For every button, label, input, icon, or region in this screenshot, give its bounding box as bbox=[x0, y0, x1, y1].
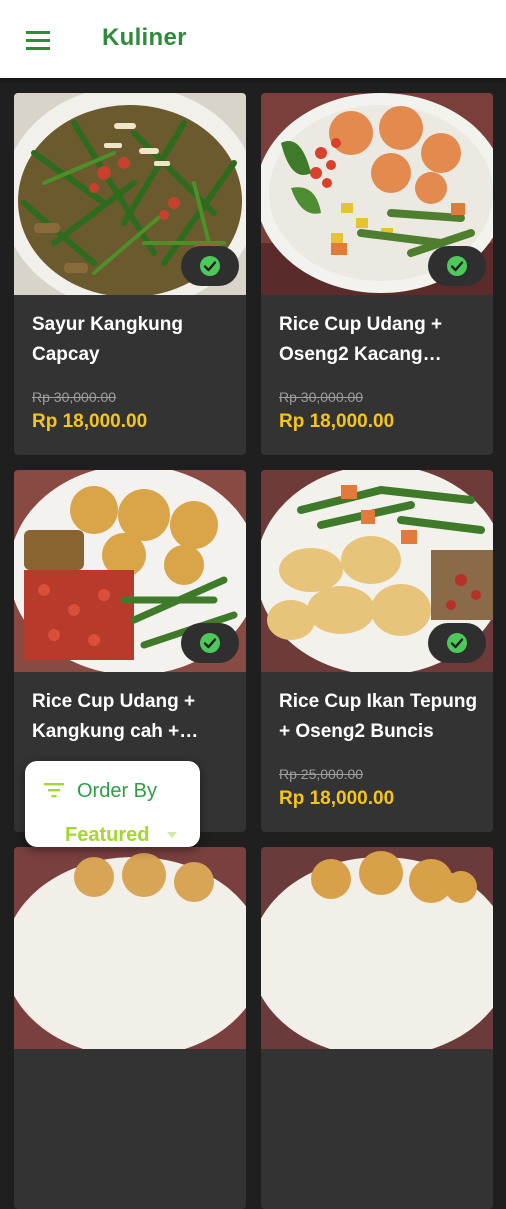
order-by-label: Order By bbox=[77, 780, 158, 802]
check-icon bbox=[447, 633, 467, 653]
product-name: Rice Cup Udang + Oseng2 Kacang Panjang bbox=[279, 314, 443, 365]
product-name: Rice Cup Udang + Kangkung cah + Tempe bbox=[32, 691, 196, 742]
chevron-down-icon bbox=[167, 832, 177, 838]
product-price: Rp 18,000.00 bbox=[279, 411, 395, 432]
sort-value: Featured bbox=[65, 824, 150, 846]
check-icon bbox=[447, 256, 467, 276]
product-price: Rp 18,000.00 bbox=[279, 788, 395, 809]
product-card[interactable]: Rice Cup Ikan Tepung + Oseng2 Buncis Rp … bbox=[261, 470, 493, 832]
product-card[interactable] bbox=[261, 847, 493, 1209]
product-old-price: Rp 25,000.00 bbox=[279, 766, 364, 782]
available-badge bbox=[428, 623, 486, 663]
available-badge bbox=[428, 246, 486, 286]
available-badge bbox=[181, 623, 239, 663]
product-image bbox=[261, 847, 493, 1049]
app-bar: Kuliner bbox=[0, 0, 506, 78]
order-by-panel: Order By Featured bbox=[25, 761, 200, 847]
menu-icon[interactable] bbox=[22, 26, 56, 56]
product-card[interactable] bbox=[14, 847, 246, 1209]
product-image bbox=[14, 847, 246, 1049]
filter-icon bbox=[43, 781, 65, 799]
product-price: Rp 18,000.00 bbox=[32, 411, 148, 432]
app-title: Kuliner bbox=[102, 24, 187, 51]
product-card[interactable]: Sayur Kangkung Capcay Rp 30,000.00 Rp 18… bbox=[14, 93, 246, 455]
available-badge bbox=[181, 246, 239, 286]
product-old-price: Rp 30,000.00 bbox=[279, 389, 364, 405]
product-card[interactable]: Rice Cup Udang + Oseng2 Kacang Panjang R… bbox=[261, 93, 493, 455]
product-old-price: Rp 30,000.00 bbox=[32, 389, 117, 405]
check-icon bbox=[200, 256, 220, 276]
product-name: Rice Cup Ikan Tepung + Oseng2 Buncis bbox=[279, 691, 478, 742]
check-icon bbox=[200, 633, 220, 653]
product-name: Sayur Kangkung Capcay bbox=[32, 314, 183, 365]
